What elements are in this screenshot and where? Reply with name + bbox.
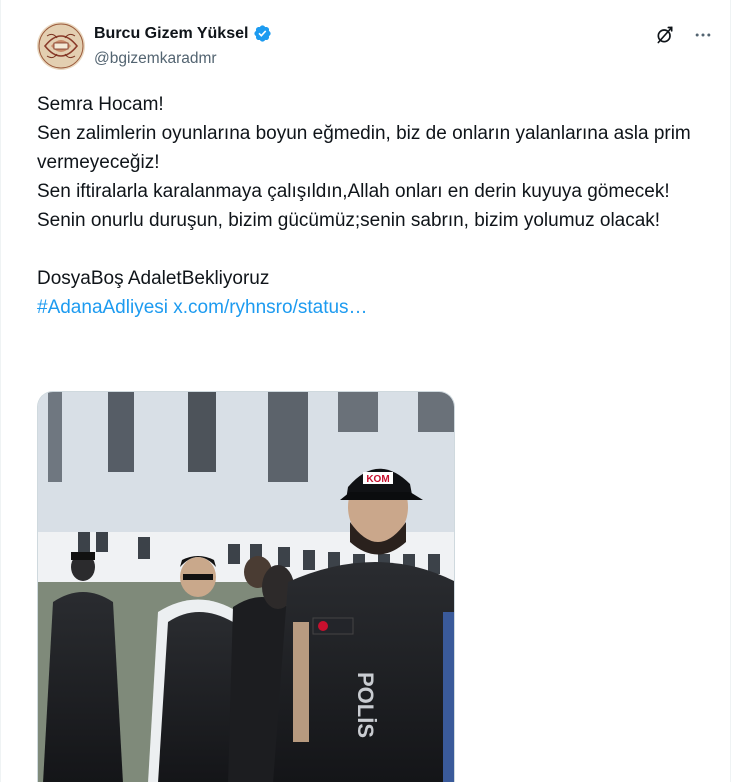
ornamental-logo-avatar-icon bbox=[37, 22, 85, 70]
vest-text: POLİS bbox=[353, 672, 378, 738]
grok-icon[interactable] bbox=[654, 24, 676, 46]
verified-badge-icon[interactable] bbox=[253, 24, 272, 43]
post-text: Semra Hocam! Sen zalimlerin oyunlarına b… bbox=[37, 90, 717, 322]
cap-text: KOM bbox=[366, 474, 389, 485]
post-line: Semra Hocam! bbox=[37, 94, 164, 115]
author-handle[interactable]: @bgizemkaradmr bbox=[94, 50, 217, 68]
post-tags-line: DosyaBoş AdaletBekliyoruz bbox=[37, 268, 270, 289]
author-name[interactable]: Burcu Gizem Yüksel bbox=[94, 25, 248, 43]
hashtag-link[interactable]: #AdanaAdliyesi bbox=[37, 297, 168, 318]
post-line: Senin onurlu duruşun, bizim gücümüz;seni… bbox=[37, 210, 661, 231]
author-avatar[interactable] bbox=[37, 22, 85, 70]
url-link[interactable]: x.com/ryhnsro/status… bbox=[173, 297, 367, 318]
post-line: Sen zalimlerin oyunlarına boyun eğmedin,… bbox=[37, 123, 691, 173]
police-escort-photo: KOM POLİS bbox=[38, 392, 454, 782]
post-media-image[interactable]: KOM POLİS bbox=[37, 391, 455, 782]
tweet-card: Burcu Gizem Yüksel @bgizemkaradmr Semra … bbox=[0, 0, 731, 782]
more-icon[interactable] bbox=[692, 24, 714, 46]
post-line: Sen iftiralarla karalanmaya çalışıldın,A… bbox=[37, 181, 670, 202]
